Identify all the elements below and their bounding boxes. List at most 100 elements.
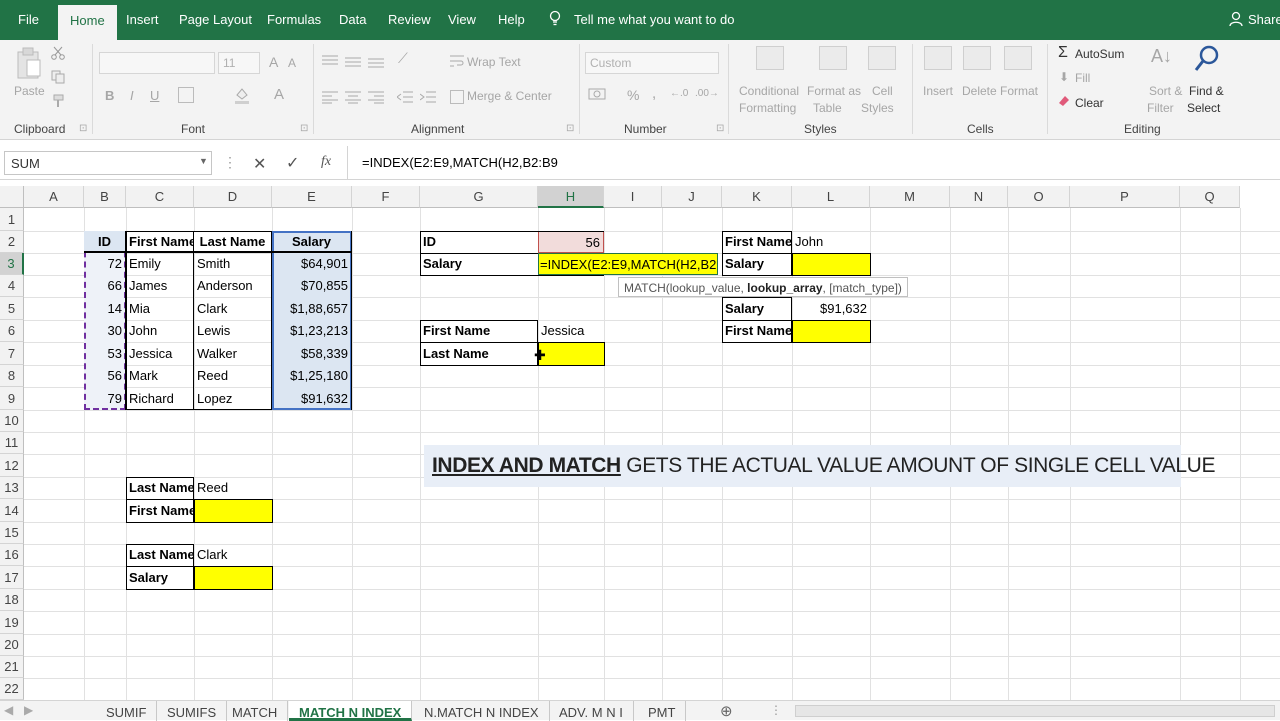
share-button[interactable]: Share: [1248, 12, 1280, 27]
font-size-dropdown[interactable]: 11: [218, 52, 260, 74]
insert-function-icon[interactable]: fx: [321, 154, 331, 170]
sheet-tab[interactable]: SUMIFS: [157, 701, 228, 721]
format-painter-icon[interactable]: [51, 94, 65, 108]
merge-center-icon[interactable]: [450, 90, 464, 104]
name-box-dropdown-icon[interactable]: ▼: [199, 156, 208, 166]
table-cell[interactable]: $91,632: [272, 387, 352, 410]
increase-font-icon[interactable]: A: [269, 54, 278, 70]
decrease-indent-icon[interactable]: [396, 90, 413, 104]
column-header[interactable]: D: [194, 186, 272, 208]
row-header[interactable]: 14: [0, 499, 24, 522]
borders-icon[interactable]: [178, 87, 194, 103]
conditional-formatting-label-2[interactable]: Formatting: [739, 101, 796, 115]
column-header[interactable]: F: [352, 186, 420, 208]
table-cell[interactable]: $1,25,180: [272, 365, 352, 387]
cut-icon[interactable]: [51, 46, 65, 60]
sheet-tab[interactable]: MATCH N INDEX: [289, 701, 413, 721]
more-sheets-icon[interactable]: ⋮: [770, 703, 782, 717]
align-bottom-icon[interactable]: [368, 54, 384, 68]
row-header[interactable]: 22: [0, 678, 24, 700]
row-header[interactable]: 21: [0, 656, 24, 678]
merge-center-button[interactable]: Merge & Center: [467, 89, 552, 103]
delete-cells-icon[interactable]: [963, 46, 991, 70]
sheet-tab[interactable]: MATCH: [222, 701, 289, 721]
column-header[interactable]: J: [662, 186, 722, 208]
row-header[interactable]: 15: [0, 522, 24, 544]
sort-filter-button[interactable]: Sort &: [1149, 84, 1182, 98]
column-header[interactable]: E: [272, 186, 352, 208]
scroll-left-icon[interactable]: ◀: [4, 703, 13, 717]
find-select-icon[interactable]: [1193, 44, 1221, 76]
column-header[interactable]: B: [84, 186, 126, 208]
increase-indent-icon[interactable]: [419, 90, 436, 104]
eraser-icon[interactable]: [1058, 95, 1070, 107]
add-sheet-button[interactable]: ⊕: [720, 702, 733, 720]
comma-button[interactable]: ,: [652, 85, 656, 102]
name-box[interactable]: SUM: [4, 151, 212, 175]
row-header[interactable]: 8: [0, 365, 24, 387]
column-header[interactable]: Q: [1180, 186, 1240, 208]
table-cell[interactable]: 72: [84, 253, 126, 275]
percent-button[interactable]: %: [627, 87, 639, 103]
font-color-icon[interactable]: A: [274, 86, 284, 103]
cell-styles-icon[interactable]: [868, 46, 896, 70]
number-launcher-icon[interactable]: ⊡: [716, 123, 724, 134]
lookup-value[interactable]: $91,632: [792, 297, 870, 320]
align-top-icon[interactable]: [322, 54, 338, 68]
table-header-cell[interactable]: Salary: [272, 231, 352, 253]
table-cell[interactable]: $1,23,213: [272, 320, 352, 342]
paste-icon[interactable]: [16, 46, 42, 80]
wrap-text-icon[interactable]: [450, 54, 464, 68]
column-header[interactable]: L: [792, 186, 870, 208]
sheet-tab[interactable]: ADV. M N I: [549, 701, 634, 721]
increase-decimal-icon[interactable]: ←.0: [670, 88, 688, 99]
row-header[interactable]: 2: [0, 231, 24, 253]
table-header-cell[interactable]: ID: [84, 231, 126, 253]
paste-label[interactable]: Paste: [14, 84, 45, 98]
fill-color-icon[interactable]: [234, 86, 250, 104]
column-header[interactable]: N: [950, 186, 1008, 208]
tab-view[interactable]: View: [448, 12, 476, 27]
conditional-formatting-icon[interactable]: [756, 46, 784, 70]
sort-filter-icon[interactable]: A↓: [1151, 46, 1172, 67]
align-middle-icon[interactable]: [345, 54, 361, 68]
scroll-right-icon[interactable]: ▶: [24, 703, 33, 717]
table-cell[interactable]: 30: [84, 320, 126, 342]
italic-button[interactable]: I: [130, 88, 134, 103]
table-cell[interactable]: $58,339: [272, 342, 352, 365]
insert-cells-button[interactable]: Insert: [923, 84, 953, 98]
copy-icon[interactable]: [51, 70, 65, 84]
align-center-icon[interactable]: [345, 90, 361, 104]
orientation-icon[interactable]: ⟋: [398, 50, 408, 67]
underline-button[interactable]: U: [150, 88, 159, 103]
bold-button[interactable]: B: [105, 88, 114, 103]
lookup-value[interactable]: Clark: [194, 544, 272, 566]
lookup-value[interactable]: Jessica: [538, 320, 604, 342]
decrease-decimal-icon[interactable]: .00→: [695, 88, 719, 99]
tab-home[interactable]: Home: [58, 5, 117, 40]
lookup-value[interactable]: Reed: [194, 477, 272, 499]
tab-help[interactable]: Help: [498, 12, 525, 27]
column-header[interactable]: O: [1008, 186, 1070, 208]
cell-styles-label-2[interactable]: Styles: [861, 101, 894, 115]
horizontal-scrollbar[interactable]: [795, 705, 1275, 717]
table-cell[interactable]: 14: [84, 297, 126, 320]
autosum-icon[interactable]: Σ: [1058, 44, 1068, 62]
column-header[interactable]: M: [870, 186, 950, 208]
tab-review[interactable]: Review: [388, 12, 431, 27]
fill-button[interactable]: Fill: [1075, 71, 1090, 85]
align-right-icon[interactable]: [368, 90, 384, 104]
currency-icon[interactable]: [588, 86, 606, 102]
wrap-text-button[interactable]: Wrap Text: [467, 55, 521, 69]
tab-page-layout[interactable]: Page Layout: [179, 12, 252, 27]
clear-button[interactable]: Clear: [1075, 96, 1104, 110]
column-header[interactable]: P: [1070, 186, 1180, 208]
number-format-dropdown[interactable]: Custom: [585, 52, 719, 74]
row-header[interactable]: 16: [0, 544, 24, 566]
find-select-button[interactable]: Find &: [1189, 84, 1224, 98]
row-header[interactable]: 5: [0, 297, 24, 320]
format-as-table-button[interactable]: Format as: [807, 84, 861, 98]
find-select-label-2[interactable]: Select: [1187, 101, 1220, 115]
format-cells-button[interactable]: Format: [1000, 84, 1038, 98]
row-header[interactable]: 3: [0, 253, 24, 275]
